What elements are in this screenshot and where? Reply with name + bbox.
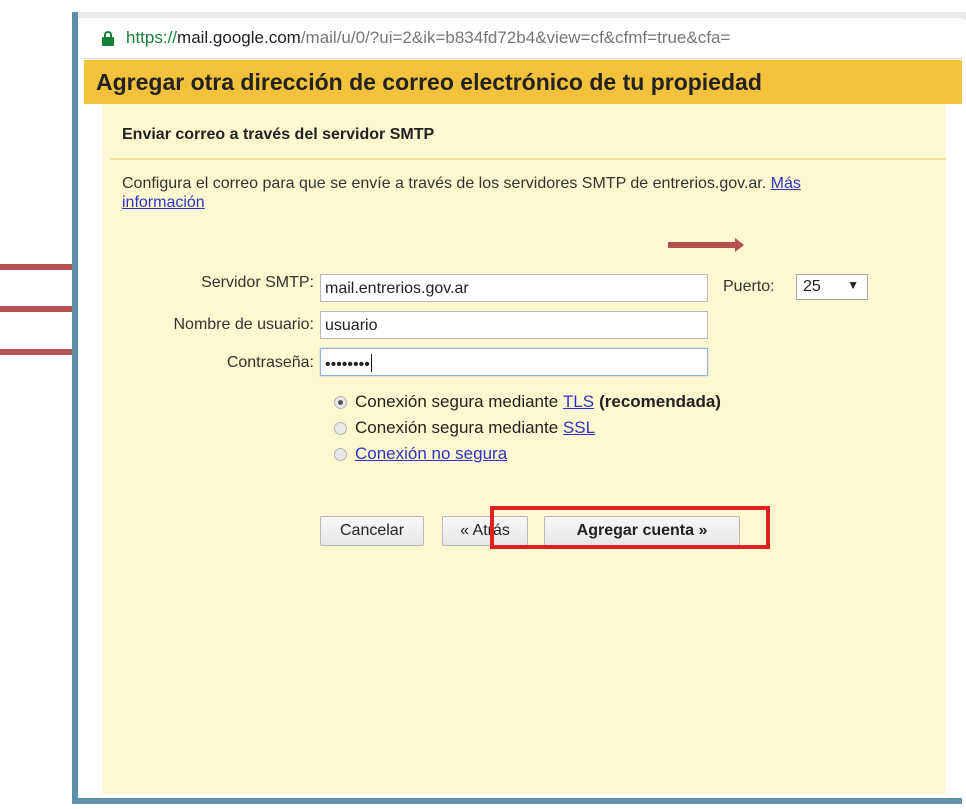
- ssl-link[interactable]: SSL: [563, 418, 595, 438]
- port-label: Puerto:: [723, 278, 775, 295]
- cancel-button[interactable]: Cancelar: [320, 516, 424, 546]
- intro-description: Configura el correo para que se envíe a …: [122, 175, 767, 192]
- radio-tls-suffix: (recomendada): [599, 392, 721, 411]
- username-label: Nombre de usuario:: [173, 316, 314, 333]
- password-value: ••••••••: [325, 356, 370, 373]
- annotation-arrow-smtp: [0, 260, 88, 274]
- port-select[interactable]: 25 ▼: [796, 274, 868, 300]
- radio-insecure-button[interactable]: [334, 447, 347, 461]
- annotation-arrow-username: [0, 302, 88, 316]
- password-label: Contraseña:: [226, 354, 314, 371]
- annotation-arrow-password: [0, 345, 88, 359]
- radio-tls[interactable]: Conexión segura mediante TLS (recomendad…: [334, 392, 721, 412]
- url-path: /mail/u/0/?ui=2&ik=b834fd72b4&view=cf&cf…: [300, 28, 731, 47]
- text-caret: [370, 354, 372, 372]
- section-title: Enviar correo a través del servidor SMTP: [122, 126, 435, 143]
- radio-insecure[interactable]: Conexión no segura: [334, 444, 507, 464]
- username-input[interactable]: usuario: [320, 311, 708, 339]
- divider: [110, 158, 946, 160]
- smtp-server-label: Servidor SMTP:: [201, 274, 314, 291]
- url-scheme: https://: [126, 28, 178, 47]
- dialog-content: Enviar correo a través del servidor SMTP…: [102, 104, 946, 794]
- port-value: 25: [803, 278, 821, 295]
- address-bar[interactable]: https://mail.google.com/mail/u/0/?ui=2&i…: [84, 18, 962, 59]
- radio-tls-prefix: Conexión segura mediante: [355, 392, 563, 411]
- smtp-server-input[interactable]: mail.entrerios.gov.ar: [320, 274, 708, 302]
- add-account-button[interactable]: Agregar cuenta »: [544, 516, 740, 546]
- intro-text: Configura el correo para que se envíe a …: [122, 174, 822, 212]
- radio-ssl[interactable]: Conexión segura mediante SSL: [334, 418, 595, 438]
- url-host: mail.google.com: [177, 28, 301, 47]
- insecure-link[interactable]: Conexión no segura: [355, 444, 507, 464]
- radio-tls-button[interactable]: [334, 395, 347, 409]
- popup-window: https://mail.google.com/mail/u/0/?ui=2&i…: [72, 18, 962, 804]
- annotation-arrow-port: [668, 238, 744, 252]
- radio-ssl-button[interactable]: [334, 421, 347, 435]
- dialog-title: Agregar otra dirección de correo electró…: [84, 60, 962, 104]
- back-button[interactable]: « Atrás: [442, 516, 528, 546]
- lock-icon: [102, 31, 114, 46]
- tls-link[interactable]: TLS: [563, 392, 594, 412]
- chevron-down-icon: ▼: [847, 278, 859, 292]
- username-value: usuario: [325, 317, 378, 334]
- radio-ssl-prefix: Conexión segura mediante: [355, 418, 563, 437]
- smtp-server-value: mail.entrerios.gov.ar: [325, 280, 469, 297]
- password-input[interactable]: ••••••••: [320, 348, 708, 376]
